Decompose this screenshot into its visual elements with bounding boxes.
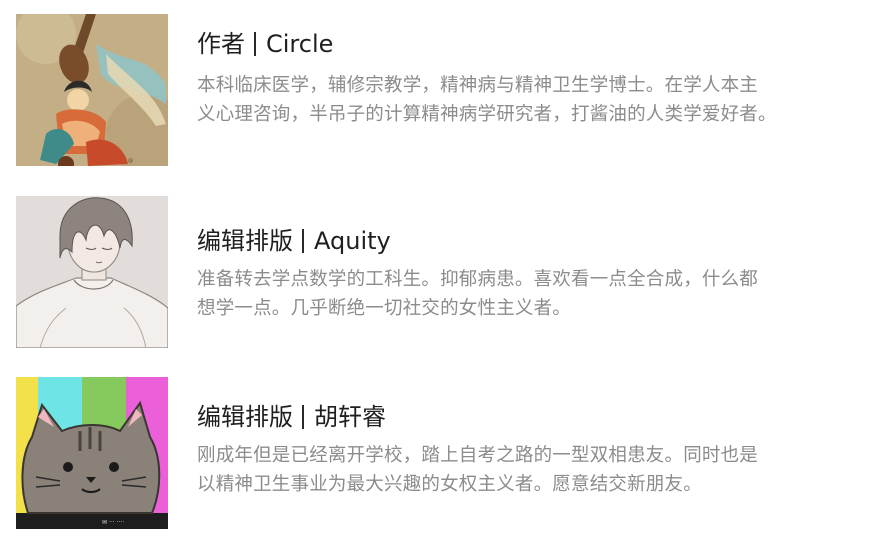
svg-text:@: @ <box>128 158 133 164</box>
divider <box>302 405 304 429</box>
svg-text:✉ ··· ····: ✉ ··· ···· <box>102 519 124 526</box>
member-bio: 准备转去学点数学的工科生。抑郁病患。喜欢看一点全合成，什么都 想学一点。几乎断绝… <box>197 265 847 323</box>
member-name: 胡轩睿 <box>314 403 386 431</box>
bio-line: 本科临床医学，辅修宗教学，精神病与精神卫生学博士。在学人本主 <box>197 75 759 96</box>
role-label: 作者 <box>197 30 245 58</box>
cat-color-bars-image: ✉ ··· ···· <box>16 377 168 529</box>
editor-heading: 编辑排版 Aquity <box>197 225 391 257</box>
member-bio: 刚成年但是已经离开学校，踏上自考之路的一型双相患友。同时也是 以精神卫生事业为最… <box>197 441 847 499</box>
member-bio: 本科临床医学，辅修宗教学，精神病与精神卫生学博士。在学人本主 义心理咨询，半吊子… <box>197 71 847 129</box>
role-label: 编辑排版 <box>197 227 293 255</box>
divider <box>254 32 256 56</box>
author-heading: 作者 Circle <box>197 28 333 60</box>
bio-line: 准备转去学点数学的工科生。抑郁病患。喜欢看一点全合成，什么都 <box>197 269 759 290</box>
dunhuang-fresco-image: @ <box>16 14 168 166</box>
anime-sketch-image <box>16 196 168 348</box>
role-label: 编辑排版 <box>197 403 293 431</box>
bio-line: 以精神卫生事业为最大兴趣的女权主义者。愿意结交新朋友。 <box>197 474 702 495</box>
bio-line: 义心理咨询，半吊子的计算精神病学研究者，打酱油的人类学爱好者。 <box>197 104 777 125</box>
divider <box>302 229 304 253</box>
member-name: Aquity <box>314 227 391 255</box>
avatar: ✉ ··· ···· <box>16 377 168 529</box>
member-name: Circle <box>266 30 334 58</box>
bio-line: 想学一点。几乎断绝一切社交的女性主义者。 <box>197 298 572 319</box>
avatar: @ <box>16 14 168 166</box>
bio-line: 刚成年但是已经离开学校，踏上自考之路的一型双相患友。同时也是 <box>197 445 759 466</box>
avatar <box>16 196 168 348</box>
editor-heading: 编辑排版 胡轩睿 <box>197 401 386 433</box>
